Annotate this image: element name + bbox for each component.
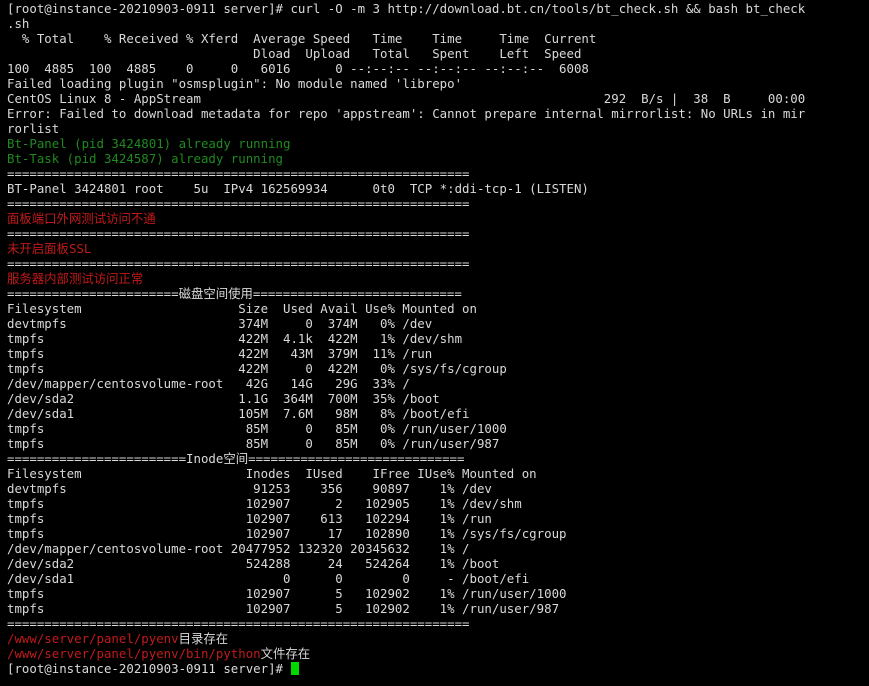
terminal-text: ========================================…: [7, 256, 470, 271]
terminal-line: 未开启面板SSL: [7, 241, 865, 256]
cursor-block: [291, 662, 300, 675]
terminal-text: ========================Inode空间=========…: [7, 451, 465, 466]
terminal-text: tmpfs 422M 43M 379M 11% /run: [7, 346, 433, 361]
terminal-text: [root@instance-20210903-0911 server]# cu…: [7, 1, 806, 16]
terminal-text: Dload Upload Total Spent Left Speed: [7, 46, 582, 61]
terminal-text: devtmpfs 374M 0 374M 0% /dev: [7, 316, 433, 331]
terminal-line: [root@instance-20210903-0911 server]#: [7, 661, 865, 676]
terminal-line: Bt-Panel (pid 3424801) already running: [7, 136, 865, 151]
terminal-text: Bt-Task (pid 3424587) already running: [7, 151, 284, 166]
terminal-line: [root@instance-20210903-0911 server]# cu…: [7, 1, 865, 16]
terminal-line: Bt-Task (pid 3424587) already running: [7, 151, 865, 166]
terminal-line: tmpfs 85M 0 85M 0% /run/user/987: [7, 436, 865, 451]
terminal-text: /www/server/panel/pyenv/bin/python: [7, 646, 261, 661]
terminal-line: /dev/sda2 1.1G 364M 700M 35% /boot: [7, 391, 865, 406]
terminal-line: /dev/sda1 105M 7.6M 98M 8% /boot/efi: [7, 406, 865, 421]
terminal-line: ========================Inode空间=========…: [7, 451, 865, 466]
terminal-line: .sh: [7, 16, 865, 31]
terminal-text: tmpfs 422M 4.1k 422M 1% /dev/shm: [7, 331, 463, 346]
terminal-line: /www/server/panel/pyenv/bin/python文件存在: [7, 646, 865, 661]
terminal-text: tmpfs 102907 5 102902 1% /run/user/1000: [7, 586, 567, 601]
terminal-line: ========================================…: [7, 166, 865, 181]
terminal-text: 服务器内部测试访问正常: [7, 271, 144, 286]
terminal-line: 面板端口外网测试访问不通: [7, 211, 865, 226]
terminal-line: % Total % Received % Xferd Average Speed…: [7, 31, 865, 46]
terminal-text: /dev/sda2 524288 24 524264 1% /boot: [7, 556, 500, 571]
terminal-line: BT-Panel 3424801 root 5u IPv4 162569934 …: [7, 181, 865, 196]
terminal-line: tmpfs 102907 17 102890 1% /sys/fs/cgroup: [7, 526, 865, 541]
terminal-text: /www/server/panel/pyenv: [7, 631, 179, 646]
terminal-line: tmpfs 102907 5 102902 1% /run/user/1000: [7, 586, 865, 601]
terminal-text: 文件存在: [260, 646, 311, 661]
terminal-line: tmpfs 85M 0 85M 0% /run/user/1000: [7, 421, 865, 436]
terminal-line: Filesystem Inodes IUsed IFree IUse% Moun…: [7, 466, 865, 481]
terminal-text: 面板端口外网测试访问不通: [7, 211, 156, 226]
terminal-line: /dev/sda2 524288 24 524264 1% /boot: [7, 556, 865, 571]
terminal-line: rorlist: [7, 121, 865, 136]
terminal-text: Filesystem Size Used Avail Use% Mounted …: [7, 301, 477, 316]
terminal-line: tmpfs 422M 0 422M 0% /sys/fs/cgroup: [7, 361, 865, 376]
terminal-line: Error: Failed to download metadata for r…: [7, 106, 865, 121]
terminal-text: tmpfs 102907 17 102890 1% /sys/fs/cgroup: [7, 526, 567, 541]
terminal-text: tmpfs 422M 0 422M 0% /sys/fs/cgroup: [7, 361, 507, 376]
terminal-line: /dev/mapper/centosvolume-root 42G 14G 29…: [7, 376, 865, 391]
terminal-line: Failed loading plugin "osmsplugin": No m…: [7, 76, 865, 91]
terminal-text: .sh: [7, 16, 30, 31]
terminal-line: ========================================…: [7, 196, 865, 211]
terminal-text: ========================================…: [7, 166, 470, 181]
terminal-text: rorlist: [7, 121, 60, 136]
terminal-text: 100 4885 100 4885 0 0 6016 0 --:--:-- --…: [7, 61, 589, 76]
terminal-output: [root@instance-20210903-0911 server]# cu…: [7, 1, 865, 676]
terminal-text: Bt-Panel (pid 3424801) already running: [7, 136, 291, 151]
terminal-line: Filesystem Size Used Avail Use% Mounted …: [7, 301, 865, 316]
terminal-line: /dev/sda1 0 0 0 - /boot/efi: [7, 571, 865, 586]
terminal-text: Filesystem Inodes IUsed IFree IUse% Moun…: [7, 466, 537, 481]
terminal-text: 目录存在: [178, 631, 229, 646]
terminal-text: tmpfs 85M 0 85M 0% /run/user/987: [7, 436, 500, 451]
terminal-text: /dev/mapper/centosvolume-root 42G 14G 29…: [7, 376, 410, 391]
terminal-text: ========================================…: [7, 196, 470, 211]
terminal-text: /dev/mapper/centosvolume-root 20477952 1…: [7, 541, 470, 556]
terminal-text: tmpfs 102907 2 102905 1% /dev/shm: [7, 496, 522, 511]
terminal-text: CentOS Linux 8 - AppStream 292 B/s | 38 …: [7, 91, 806, 106]
terminal-line: 100 4885 100 4885 0 0 6016 0 --:--:-- --…: [7, 61, 865, 76]
terminal-text: ========================================…: [7, 226, 470, 241]
terminal-text: % Total % Received % Xferd Average Speed…: [7, 31, 597, 46]
terminal-text: BT-Panel 3424801 root 5u IPv4 162569934 …: [7, 181, 589, 196]
terminal-text: tmpfs 102907 613 102294 1% /run: [7, 511, 492, 526]
terminal-window[interactable]: [root@instance-20210903-0911 server]# cu…: [0, 0, 869, 686]
terminal-text: [root@instance-20210903-0911 server]#: [7, 661, 291, 676]
terminal-line: ========================================…: [7, 256, 865, 271]
terminal-text: /dev/sda1 105M 7.6M 98M 8% /boot/efi: [7, 406, 470, 421]
terminal-text: =======================磁盘空间使用===========…: [7, 286, 462, 301]
terminal-text: Failed loading plugin "osmsplugin": No m…: [7, 76, 463, 91]
terminal-text: Error: Failed to download metadata for r…: [7, 106, 806, 121]
terminal-text: /dev/sda2 1.1G 364M 700M 35% /boot: [7, 391, 440, 406]
terminal-text: 未开启面板SSL: [7, 241, 92, 256]
terminal-line: /www/server/panel/pyenv目录存在: [7, 631, 865, 646]
terminal-line: ========================================…: [7, 226, 865, 241]
terminal-line: /dev/mapper/centosvolume-root 20477952 1…: [7, 541, 865, 556]
terminal-line: CentOS Linux 8 - AppStream 292 B/s | 38 …: [7, 91, 865, 106]
terminal-text: tmpfs 102907 5 102902 1% /run/user/987: [7, 601, 560, 616]
terminal-text: ========================================…: [7, 616, 470, 631]
terminal-line: tmpfs 422M 4.1k 422M 1% /dev/shm: [7, 331, 865, 346]
terminal-line: ========================================…: [7, 616, 865, 631]
terminal-text: tmpfs 85M 0 85M 0% /run/user/1000: [7, 421, 507, 436]
terminal-line: devtmpfs 374M 0 374M 0% /dev: [7, 316, 865, 331]
terminal-line: tmpfs 102907 5 102902 1% /run/user/987: [7, 601, 865, 616]
terminal-line: tmpfs 102907 2 102905 1% /dev/shm: [7, 496, 865, 511]
terminal-line: =======================磁盘空间使用===========…: [7, 286, 865, 301]
terminal-text: devtmpfs 91253 356 90897 1% /dev: [7, 481, 492, 496]
terminal-text: /dev/sda1 0 0 0 - /boot/efi: [7, 571, 530, 586]
terminal-line: Dload Upload Total Spent Left Speed: [7, 46, 865, 61]
terminal-line: tmpfs 102907 613 102294 1% /run: [7, 511, 865, 526]
terminal-line: devtmpfs 91253 356 90897 1% /dev: [7, 481, 865, 496]
terminal-line: tmpfs 422M 43M 379M 11% /run: [7, 346, 865, 361]
terminal-line: 服务器内部测试访问正常: [7, 271, 865, 286]
